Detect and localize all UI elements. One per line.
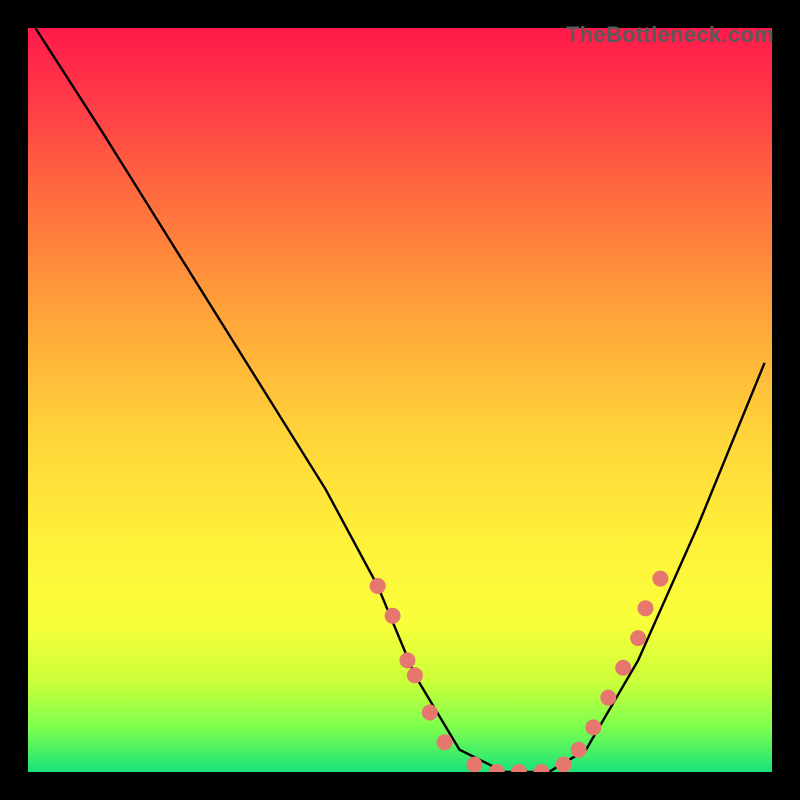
highlight-dot [466,757,482,772]
chart-svg [28,28,772,772]
highlight-dot [407,667,423,683]
highlight-dot [437,734,453,750]
highlight-dot [600,690,616,706]
highlight-dot [385,608,401,624]
highlight-dot [615,660,631,676]
highlight-dot [511,764,527,772]
highlight-dot [630,630,646,646]
highlight-dot [399,652,415,668]
chart-gradient-area [28,28,772,772]
highlight-dot [638,600,654,616]
marker-group [370,571,669,772]
highlight-dot [533,764,549,772]
highlight-dot [571,742,587,758]
highlight-dot [652,571,668,587]
highlight-dot [370,578,386,594]
highlight-dot [585,719,601,735]
highlight-dot [556,757,572,772]
watermark-text: TheBottleneck.com [566,22,774,48]
highlight-dot [422,705,438,721]
chart-frame: TheBottleneck.com [20,20,780,780]
